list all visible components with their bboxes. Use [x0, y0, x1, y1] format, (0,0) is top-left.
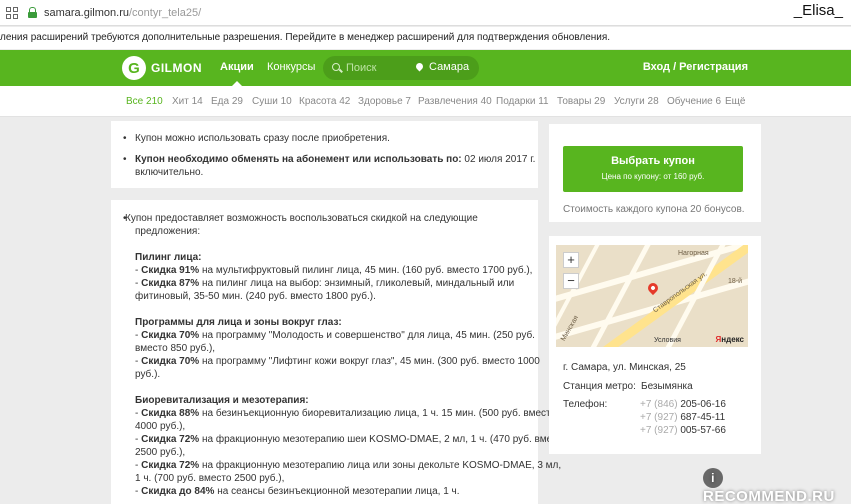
category-goods[interactable]: Товары 29 — [557, 96, 605, 107]
phone-number[interactable]: +7 (927) 005-57-66 — [640, 425, 726, 436]
offer-line: - Скидка 72% на фракционную мезотерапию … — [135, 434, 568, 445]
search-input[interactable]: Поиск Самара — [323, 56, 479, 80]
offer-line: вместо 850 руб.), — [135, 343, 216, 354]
metro-label: Станция метро: — [563, 381, 636, 392]
offer-line: 4000 руб.), — [135, 421, 186, 432]
watermark-icon: i — [703, 468, 723, 488]
browser-address-bar: samara.gilmon.ru/contyr_tela25/ _Elisa_ — [0, 0, 851, 26]
map[interactable]: Нагорная Ставропольская ул. 18-й Минская… — [556, 245, 748, 347]
logo-mark-icon: G — [122, 56, 146, 80]
buy-card: Выбрать купон Цена по купону: от 160 руб… — [549, 124, 761, 222]
offer-line: - Скидка до 84% на сеансы безинъекционно… — [135, 486, 460, 497]
category-health[interactable]: Здоровье 7 — [358, 96, 411, 107]
offer-line: - Скидка 91% на мультифруктовый пилинг л… — [135, 265, 533, 276]
location-card: Нагорная Ставропольская ул. 18-й Минская… — [549, 236, 761, 454]
site-header: G GILMON Акции Конкурсы Поиск Самара Вхо… — [0, 50, 851, 86]
zoom-out-button[interactable]: − — [563, 273, 579, 289]
category-food[interactable]: Еда 29 — [211, 96, 243, 107]
apps-grid-icon[interactable] — [6, 6, 18, 19]
url-field[interactable]: samara.gilmon.ru/contyr_tela25/ — [44, 7, 201, 19]
section-title: Биоревитализация и мезотерапия: — [135, 395, 309, 406]
location-pin-icon — [414, 61, 425, 72]
watermark: iRECOMMEND.RU — [703, 468, 851, 504]
offer-line: 1 ч. (700 руб. вместо 2500 руб.), — [135, 473, 285, 484]
offer-line: 2500 руб.), — [135, 447, 186, 458]
nav-deals[interactable]: Акции — [220, 61, 254, 86]
city-selector[interactable]: Самара — [429, 61, 469, 73]
section-title: Программы для лица и зоны вокруг глаз: — [135, 317, 342, 328]
logo[interactable]: G GILMON — [122, 56, 202, 80]
offer-line: фитиновый, 35-50 мин. (240 руб. вместо 1… — [135, 291, 376, 302]
map-terms-link[interactable]: Условия — [654, 337, 681, 344]
category-more[interactable]: Ещё — [725, 96, 745, 107]
category-beauty[interactable]: Красота 42 — [299, 96, 350, 107]
lock-icon — [28, 7, 37, 18]
login-register-link[interactable]: Вход / Регистрация — [643, 61, 748, 73]
terms-item: Купон можно использовать сразу после при… — [123, 132, 390, 145]
category-bar: Все 210 Хит 14 Еда 29 Суши 10 Красота 42… — [0, 86, 851, 117]
category-gifts[interactable]: Подарки 11 — [496, 96, 549, 107]
search-placeholder: Поиск — [346, 62, 377, 74]
offer-line: - Скидка 88% на безинъекционную биоревит… — [135, 408, 557, 419]
choose-coupon-label: Выбрать купон — [611, 155, 695, 167]
offer-line: - Скидка 87% на пилинг лица на выбор: эн… — [135, 278, 515, 289]
category-hit[interactable]: Хит 14 — [172, 96, 203, 107]
coupon-offers-card: Купон предоставляет возможность воспольз… — [111, 200, 567, 504]
category-education[interactable]: Обучение 6 — [667, 96, 721, 107]
offers-intro-cont: предложения: — [135, 226, 201, 237]
zoom-in-button[interactable]: + — [563, 252, 579, 268]
choose-coupon-button[interactable]: Выбрать купон Цена по купону: от 160 руб… — [563, 146, 743, 192]
terms-item: Купон необходимо обменять на абонемент и… — [123, 153, 535, 166]
category-services[interactable]: Услуги 28 — [614, 96, 659, 107]
category-all[interactable]: Все 210 — [126, 96, 163, 107]
location-marker-icon[interactable] — [645, 280, 661, 296]
category-entertainment[interactable]: Развлечения 40 — [418, 96, 492, 107]
offer-line: руб.). — [135, 369, 161, 380]
yandex-logo: Яндекс — [715, 335, 744, 344]
phone-number[interactable]: +7 (927) 687-45-11 — [640, 412, 725, 423]
user-name: _Elisa_ — [793, 2, 843, 19]
phone-number[interactable]: +7 (846) 205-06-16 — [640, 399, 726, 410]
coupon-price-label: Цена по купону: от 160 руб. — [601, 172, 705, 181]
nav-contests[interactable]: Конкурсы — [267, 61, 315, 73]
category-sushi[interactable]: Суши 10 — [252, 96, 292, 107]
section-title: Пилинг лица: — [135, 252, 202, 263]
map-street-label: 18-й — [728, 278, 743, 285]
offers-intro: Купон предоставляет возможность воспольз… — [123, 212, 478, 225]
phone-label: Телефон: — [563, 399, 608, 410]
coupon-terms-card: Купон можно использовать сразу после при… — [111, 121, 538, 188]
address: г. Самара, ул. Минская, 25 — [563, 362, 686, 373]
map-street-label: Нагорная — [678, 250, 709, 257]
offer-line: - Скидка 70% на программу "Лифтинг кожи … — [135, 356, 540, 367]
extension-notice: ления расширений требуются дополнительны… — [0, 27, 851, 49]
search-icon — [332, 63, 340, 71]
logo-text: GILMON — [151, 61, 202, 75]
offer-line: - Скидка 70% на программу "Молодость и с… — [135, 330, 535, 341]
offer-line: - Скидка 72% на фракционную мезотерапию … — [135, 460, 562, 471]
bonus-note: Стоимость каждого купона 20 бонусов. — [563, 204, 745, 215]
metro-value: Безымянка — [641, 381, 693, 392]
terms-item-cont: включительно. — [135, 167, 204, 178]
